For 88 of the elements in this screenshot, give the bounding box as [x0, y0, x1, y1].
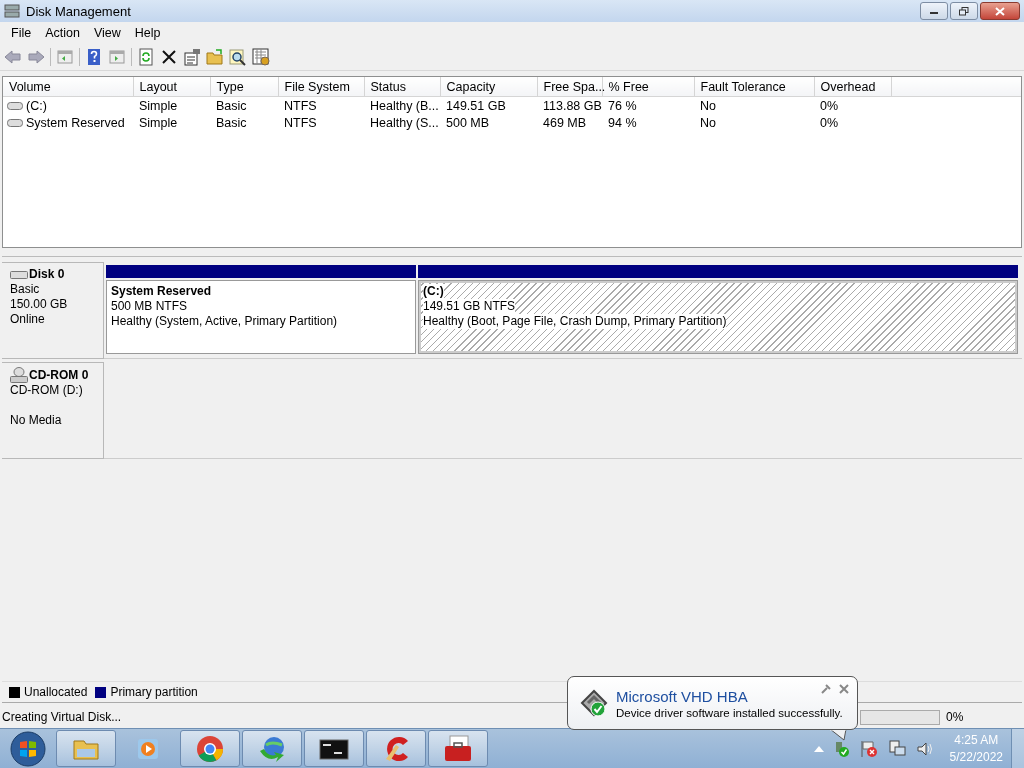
disk-info: Online — [10, 312, 46, 327]
window-title: Disk Management — [26, 3, 132, 19]
drive-icon — [10, 269, 28, 280]
table-cell: (C:) — [26, 98, 47, 113]
settings-icon[interactable] — [252, 48, 270, 66]
notification-title: Microsoft VHD HBA — [616, 687, 748, 707]
disk-info: No Media — [10, 413, 63, 428]
network-icon[interactable] — [887, 739, 906, 758]
partition-status: Healthy (Boot, Page File, Crash Dump, Primary Partition) — [423, 314, 727, 329]
flag-icon[interactable] — [859, 739, 878, 758]
table-cell-text: 94 % — [607, 114, 638, 131]
drive-icon — [7, 117, 23, 128]
progress-reading: 0% — [946, 710, 965, 724]
column-header[interactable]: Volume — [3, 77, 133, 97]
close-button[interactable] — [980, 2, 1020, 20]
table-cell: System Reserved — [26, 115, 125, 130]
partition-name: System Reserved — [111, 284, 212, 299]
disk-info: 150.00 GB — [10, 297, 69, 312]
table-cell-text: NTFS — [283, 114, 318, 131]
start-button[interactable] — [9, 729, 47, 768]
notification-message: Device driver software installed successfully. — [616, 707, 843, 719]
partition-size: 149.51 GB NTFS — [423, 299, 516, 314]
restore-icon — [959, 6, 969, 16]
close-icon[interactable] — [839, 684, 849, 694]
column-header[interactable]: File System — [278, 77, 364, 97]
table-cell: Simple — [133, 96, 210, 114]
search-icon[interactable] — [229, 48, 247, 66]
table-cell-text: 469 MB — [542, 114, 588, 131]
partition-box[interactable]: System Reserved 500 MB NTFS Healthy (System, Active, Primary Partition) — [106, 280, 416, 354]
table-cell-text: Healthy (S... — [369, 114, 440, 131]
column-header[interactable]: Capacity — [440, 77, 537, 97]
column-header[interactable]: Free Spa... — [537, 77, 602, 97]
menu-item[interactable]: View — [86, 26, 128, 40]
minimize-button[interactable] — [920, 2, 948, 20]
disk-label-panel[interactable]: Disk 0 Basic 150.00 GB Online — [2, 262, 104, 359]
properties-icon[interactable] — [183, 48, 201, 66]
column-header[interactable]: Layout — [133, 77, 210, 97]
device-check-icon — [578, 687, 610, 719]
disk-info: CD-ROM (D:) — [10, 383, 84, 398]
clock-time: 4:25 AM — [954, 731, 999, 749]
table-cell: 0% — [814, 96, 891, 114]
partition-name: (C:) — [423, 284, 444, 299]
disk-info: Basic — [10, 282, 41, 297]
device-check-icon[interactable] — [833, 740, 850, 757]
column-header[interactable]: Status — [364, 77, 440, 97]
close-icon — [995, 6, 1005, 16]
x-icon[interactable] — [160, 48, 178, 66]
table-cell: 149.51 GB — [440, 96, 537, 114]
drive-icon — [7, 100, 23, 111]
menu-item[interactable]: Action — [38, 26, 87, 40]
partition-status: Healthy (System, Active, Primary Partition) — [111, 314, 338, 329]
notification-balloon[interactable]: Microsoft VHD HBA Device driver software installed successfully. — [567, 676, 858, 730]
cd-drive-icon — [10, 367, 28, 383]
column-header[interactable]: Fault Tolerance — [694, 77, 814, 97]
taskbar-button[interactable] — [304, 730, 364, 767]
legend-label: Unallocated — [24, 685, 88, 699]
status-text: Creating Virtual Disk... — [2, 710, 122, 724]
table-cell-text: No — [699, 114, 717, 131]
column-header[interactable]: % Free — [602, 77, 694, 97]
clock-date: 5/22/2022 — [949, 748, 1003, 766]
legend-label: Primary partition — [110, 685, 198, 699]
table-cell-text: 0% — [819, 114, 840, 131]
table-cell-text: Basic — [215, 114, 248, 131]
menu-item[interactable]: Help — [127, 26, 168, 40]
table-cell: Healthy (B... — [364, 96, 440, 114]
help-icon[interactable] — [85, 48, 103, 66]
wrench-icon[interactable] — [821, 684, 831, 694]
menu-item[interactable]: File — [4, 26, 39, 40]
restore-button[interactable] — [950, 2, 978, 20]
disk-label-panel[interactable]: CD-ROM 0 CD-ROM (D:) No Media — [2, 362, 104, 459]
forward-icon[interactable] — [27, 48, 45, 66]
table-cell-text: 500 MB — [445, 114, 491, 131]
app-icon — [4, 3, 20, 19]
table-cell: NTFS — [278, 96, 364, 114]
table-cell: 113.88 GB — [537, 96, 602, 114]
partition-box[interactable]: (C:) 149.51 GB NTFS Healthy (Boot, Page File, Crash Dump, Primary Partition) — [418, 280, 1018, 354]
disk-name: CD-ROM 0 — [29, 367, 89, 383]
table-cell: No — [694, 96, 814, 114]
back-icon[interactable] — [4, 48, 22, 66]
column-header[interactable]: Overhead — [814, 77, 891, 97]
folder-icon[interactable] — [206, 48, 224, 66]
column-header[interactable]: Type — [210, 77, 278, 97]
table-cell: Basic — [210, 96, 278, 114]
table-cell-text: Simple — [138, 114, 179, 131]
disk-name: Disk 0 — [29, 267, 65, 282]
table-cell: 76 % — [602, 96, 694, 114]
show-desktop-button[interactable] — [1011, 729, 1024, 768]
refresh-icon[interactable] — [137, 48, 155, 66]
